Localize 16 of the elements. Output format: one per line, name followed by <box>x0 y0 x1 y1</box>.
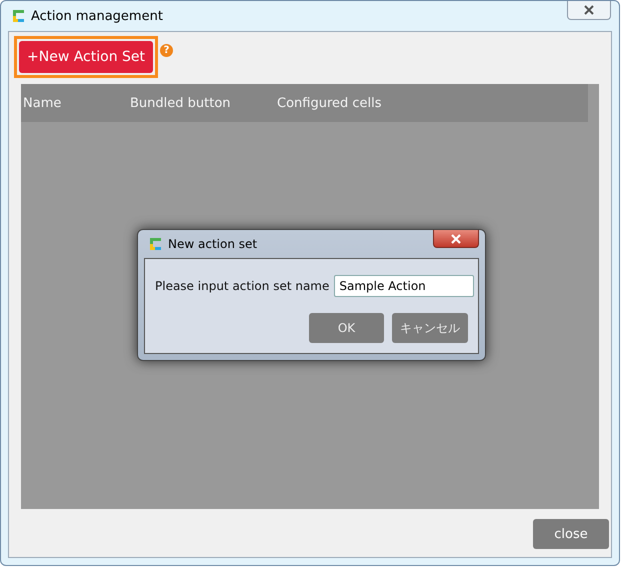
column-header: Configured cells <box>277 96 382 110</box>
column-header: Name <box>23 96 62 110</box>
close-icon[interactable] <box>567 1 611 20</box>
cancel-button[interactable]: キャンセル <box>392 313 468 343</box>
dialog-title: New action set <box>168 237 258 251</box>
help-icon[interactable]: ? <box>160 44 174 56</box>
prompt-label: Please input action set name <box>155 279 330 293</box>
column-header: Bundled button <box>130 96 232 110</box>
close-icon[interactable] <box>433 230 479 248</box>
close-button[interactable]: close <box>533 519 609 549</box>
logo-icon <box>147 236 163 252</box>
logo-icon <box>10 8 26 24</box>
input-field[interactable]: Sample Action <box>334 275 474 297</box>
window-title: Action management <box>31 8 163 24</box>
new-action-set-button[interactable]: +New Action Set <box>19 41 154 73</box>
ok-button[interactable]: OK <box>309 313 384 343</box>
